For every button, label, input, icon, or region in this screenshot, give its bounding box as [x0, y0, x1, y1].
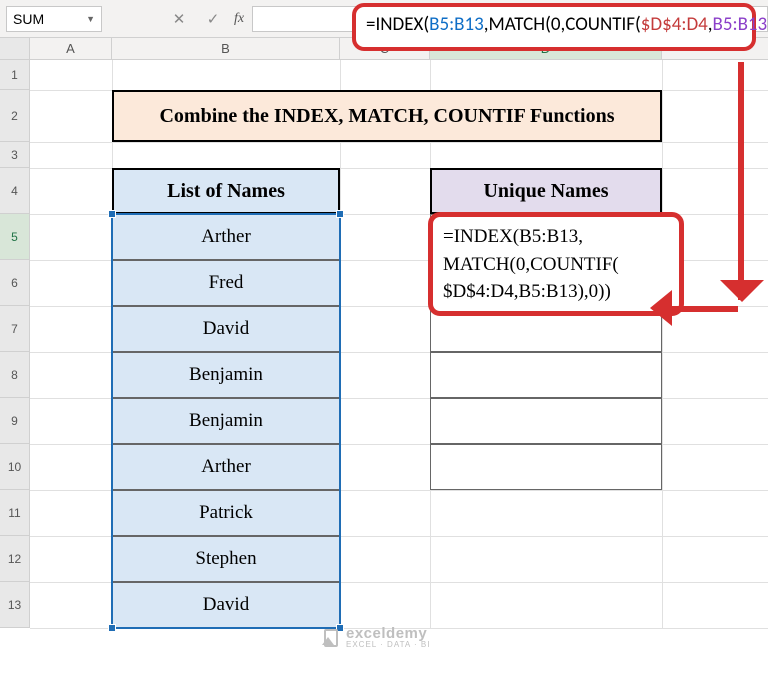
list-item[interactable]: Arther — [112, 444, 340, 490]
row-header[interactable]: 13 — [0, 582, 30, 628]
formula-line: MATCH(0,COUNTIF( — [443, 251, 669, 279]
enter-button[interactable]: ✓ — [196, 6, 230, 32]
row-headers: 1 2 3 4 5 6 7 8 9 10 11 12 13 — [0, 60, 30, 628]
watermark-tagline: EXCEL · DATA · BI — [346, 641, 430, 649]
watermark: exceldemy EXCEL · DATA · BI — [322, 626, 430, 649]
list-item[interactable]: Patrick — [112, 490, 340, 536]
formula-bar-callout: =INDEX(B5:B13,MATCH(0,COUNTIF($D$4:D4,B5… — [352, 3, 756, 51]
row-header[interactable]: 2 — [0, 90, 30, 142]
chevron-down-icon[interactable]: ▼ — [86, 14, 95, 24]
row-header[interactable]: 10 — [0, 444, 30, 490]
formula-seg: =INDEX( — [366, 13, 429, 36]
formula-seg: 0 — [551, 13, 561, 36]
col-header-b[interactable]: B — [112, 38, 340, 59]
formula-seg: B5:B13 — [429, 13, 484, 36]
fx-icon[interactable]: fx — [234, 11, 244, 27]
selection-handle[interactable] — [108, 210, 116, 218]
callout-arrow-horizontal — [668, 306, 738, 312]
row-header[interactable]: 5 — [0, 214, 30, 260]
list-item[interactable]: David — [112, 306, 340, 352]
selection-handle[interactable] — [336, 210, 344, 218]
formula-line: $D$4:D4,B5:B13),0)) — [443, 278, 669, 306]
cell-area[interactable]: Combine the INDEX, MATCH, COUNTIF Functi… — [30, 60, 768, 628]
row-header[interactable]: 11 — [0, 490, 30, 536]
exceldemy-logo-icon — [322, 629, 340, 647]
list-item[interactable]: Benjamin — [112, 398, 340, 444]
names-range-selection: Arther Fred David Benjamin Benjamin Arth… — [112, 214, 340, 628]
formula-seg: $D$4:D4 — [641, 13, 708, 36]
cancel-button[interactable]: ✕ — [162, 6, 196, 32]
table-row[interactable] — [430, 352, 662, 398]
list-item[interactable]: Stephen — [112, 536, 340, 582]
row-header[interactable]: 3 — [0, 142, 30, 168]
row-header[interactable]: 12 — [0, 536, 30, 582]
list-item[interactable]: Arther — [112, 214, 340, 260]
list-item[interactable]: David — [112, 582, 340, 628]
row-header[interactable]: 1 — [0, 60, 30, 90]
formula-seg: ,COUNTIF( — [561, 13, 641, 36]
list-item[interactable]: Fred — [112, 260, 340, 306]
col-header-a[interactable]: A — [30, 38, 112, 59]
table-row[interactable] — [430, 398, 662, 444]
watermark-brand: exceldemy — [346, 626, 430, 641]
formula-seg: ,MATCH( — [484, 13, 551, 36]
name-box[interactable]: SUM ▼ — [6, 6, 102, 32]
table-row[interactable] — [430, 444, 662, 490]
active-cell-editing[interactable]: =INDEX(B5:B13, MATCH(0,COUNTIF( $D$4:D4,… — [428, 212, 684, 316]
formula-seg: B5:B13 — [713, 13, 768, 36]
row-header[interactable]: 4 — [0, 168, 30, 214]
row-header[interactable]: 7 — [0, 306, 30, 352]
select-all-corner[interactable] — [0, 38, 30, 59]
callout-arrow-vertical — [738, 62, 744, 300]
worksheet[interactable]: A B C D 1 2 3 4 5 6 7 8 9 10 11 12 13 — [0, 38, 768, 685]
formula-line: =INDEX(B5:B13, — [443, 223, 669, 251]
row-header[interactable]: 8 — [0, 352, 30, 398]
page-title: Combine the INDEX, MATCH, COUNTIF Functi… — [112, 90, 662, 142]
list-header: List of Names — [112, 168, 340, 214]
row-header[interactable]: 9 — [0, 398, 30, 444]
list-item[interactable]: Benjamin — [112, 352, 340, 398]
name-box-value: SUM — [13, 11, 44, 27]
unique-header: Unique Names — [430, 168, 662, 214]
row-header[interactable]: 6 — [0, 260, 30, 306]
selection-handle[interactable] — [108, 624, 116, 632]
